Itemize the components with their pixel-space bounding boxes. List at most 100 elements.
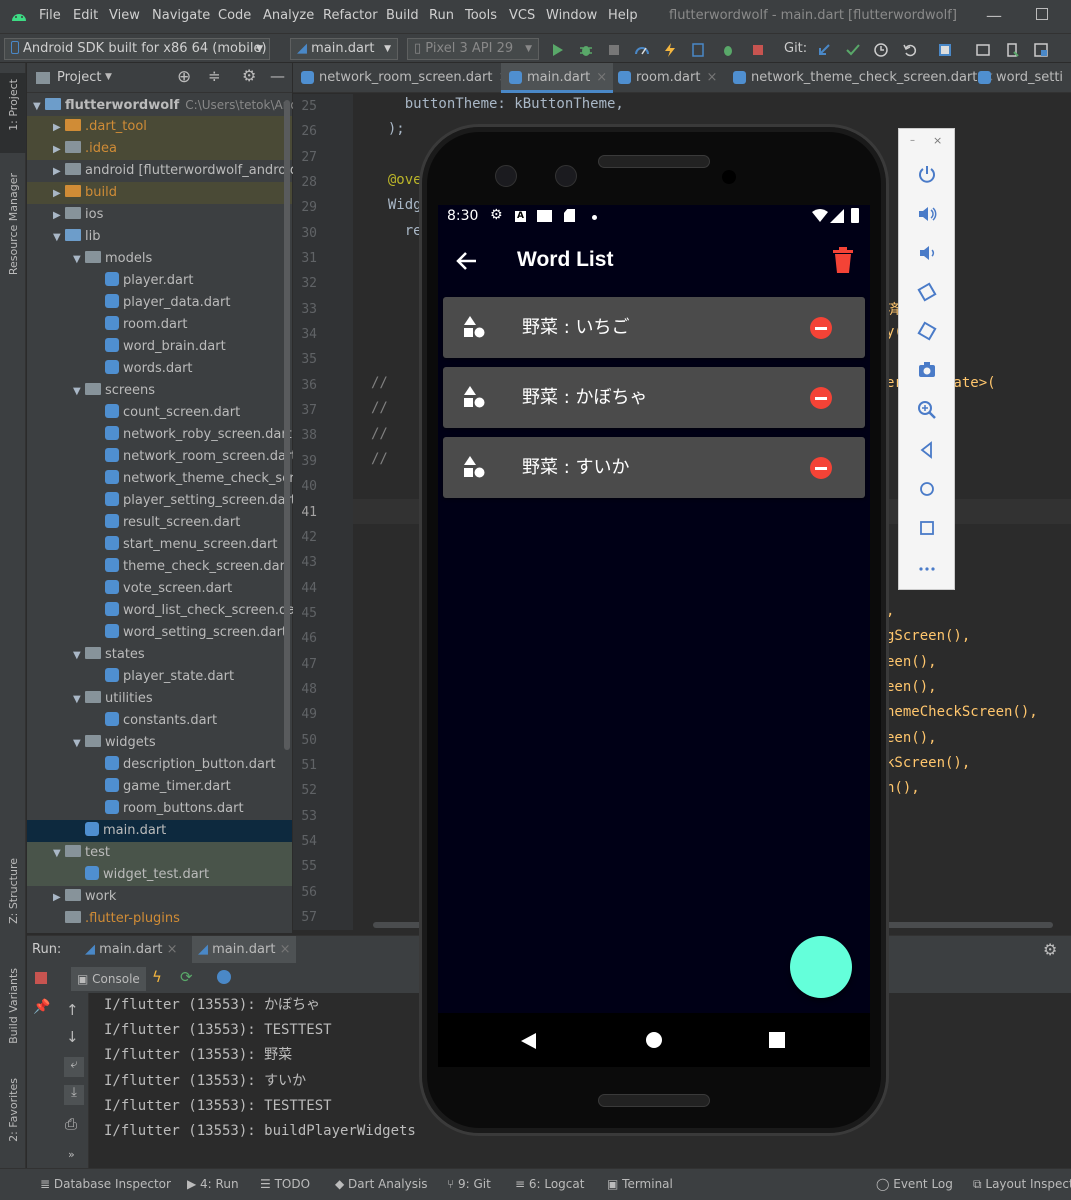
- todo-tool-button[interactable]: ☰ TODO: [260, 1177, 310, 1191]
- event-log-button[interactable]: ◯ Event Log: [876, 1177, 953, 1191]
- hot-reload-icon[interactable]: [662, 42, 678, 58]
- camera-icon[interactable]: [916, 359, 938, 381]
- volume-up-icon[interactable]: [916, 203, 938, 225]
- minimize-icon[interactable]: –: [910, 135, 915, 146]
- hide-panel-icon[interactable]: —: [270, 67, 285, 85]
- home-icon[interactable]: [916, 478, 938, 500]
- editor-tab[interactable]: network_theme_check_screen.dart×: [725, 63, 1000, 93]
- close-icon[interactable]: ×: [933, 134, 942, 147]
- menu-view[interactable]: View: [109, 8, 140, 23]
- git-commit-icon[interactable]: [845, 42, 861, 58]
- tree-item[interactable]: ▼ states: [27, 644, 292, 666]
- menu-file[interactable]: File: [39, 8, 61, 23]
- pin-icon[interactable]: 📌: [33, 999, 50, 1015]
- project-tool-button[interactable]: 1: Project: [0, 73, 26, 153]
- git-tool-button[interactable]: ⑂ 9: Git: [447, 1177, 491, 1191]
- menu-refactor[interactable]: Refactor: [323, 8, 378, 23]
- run-icon[interactable]: [550, 42, 566, 58]
- tree-item[interactable]: network_theme_check_screen.dart: [27, 468, 349, 490]
- overview-icon[interactable]: [916, 517, 938, 539]
- chevron-down-icon[interactable]: ▼: [73, 249, 85, 271]
- close-icon[interactable]: ×: [596, 70, 607, 85]
- debug-icon[interactable]: [578, 42, 594, 58]
- remove-circle-icon[interactable]: [810, 317, 832, 339]
- more-icon[interactable]: [916, 557, 938, 579]
- stop-icon[interactable]: [750, 42, 766, 58]
- device-selector[interactable]: Android SDK built for x86 64 (mobile) ▼: [4, 38, 270, 60]
- settings-gear-icon[interactable]: ⚙: [242, 66, 256, 85]
- avd-selector[interactable]: ▯ Pixel 3 API 29 ▼: [407, 38, 539, 60]
- editor-tab[interactable]: room.dart ×: [610, 63, 723, 93]
- chevron-right-icon[interactable]: ▶: [53, 161, 65, 183]
- project-view-selector[interactable]: Project: [57, 70, 101, 85]
- nav-home-icon[interactable]: [646, 1032, 662, 1048]
- tree-item[interactable]: count_screen.dart: [27, 402, 292, 424]
- close-icon[interactable]: ×: [280, 942, 291, 957]
- tree-item[interactable]: ▼ test: [27, 842, 292, 864]
- print-icon[interactable]: ⎙: [65, 1115, 77, 1133]
- chevron-right-icon[interactable]: ▶: [53, 205, 65, 227]
- editor-tab[interactable]: main.dart ×: [501, 63, 614, 93]
- tree-item[interactable]: ▼ widgets: [27, 732, 292, 754]
- word-card[interactable]: 野菜 : すいか: [443, 437, 865, 498]
- apply-changes-icon[interactable]: [690, 42, 706, 58]
- avd-manager-icon[interactable]: [1004, 42, 1020, 58]
- tree-item[interactable]: ▶ android [flutterwordwolf_android]: [27, 160, 303, 183]
- logcat-tool-button[interactable]: ≡ 6: Logcat: [515, 1177, 584, 1191]
- menu-navigate[interactable]: Navigate: [152, 8, 210, 23]
- chevron-down-icon[interactable]: ▼: [73, 733, 85, 755]
- tree-item[interactable]: ▼ lib: [27, 226, 292, 248]
- tree-item[interactable]: player.dart: [27, 270, 292, 292]
- hot-restart-icon[interactable]: ⟳: [180, 968, 193, 986]
- tree-item[interactable]: word_brain.dart: [27, 336, 292, 358]
- zoom-icon[interactable]: [916, 399, 938, 421]
- run-config-selector[interactable]: ◢ main.dart ▼: [290, 38, 398, 60]
- more-icon[interactable]: »: [68, 1148, 75, 1161]
- menu-window[interactable]: Window: [546, 8, 597, 23]
- tree-item[interactable]: main.dart: [27, 820, 292, 842]
- chevron-down-icon[interactable]: ▼: [105, 72, 112, 82]
- tree-item[interactable]: word_setting_screen.dart: [27, 622, 292, 644]
- structure-tool-button[interactable]: Z: Structure: [7, 858, 20, 924]
- tree-item[interactable]: ▶ work: [27, 886, 292, 908]
- tree-item[interactable]: ▶ .dart_tool: [27, 116, 292, 138]
- favorites-tool-button[interactable]: 2: Favorites: [7, 1078, 20, 1142]
- layout-inspector-button[interactable]: ⧉ Layout Inspect: [973, 1177, 1071, 1192]
- remove-circle-icon[interactable]: [810, 387, 832, 409]
- minimize-button[interactable]: —: [986, 6, 1002, 25]
- apply-code-changes-icon[interactable]: [720, 42, 736, 58]
- devtools-icon[interactable]: [217, 970, 231, 984]
- tree-item[interactable]: network_roby_screen.dart: [27, 424, 292, 446]
- stop-icon[interactable]: [35, 972, 47, 984]
- close-icon[interactable]: ×: [167, 942, 178, 957]
- resource-manager-tool-button[interactable]: Resource Manager: [7, 173, 20, 275]
- chevron-down-icon[interactable]: ▼: [53, 227, 65, 249]
- tree-item[interactable]: room.dart: [27, 314, 292, 336]
- tree-item[interactable]: constants.dart: [27, 710, 292, 732]
- hot-reload-icon[interactable]: ϟ: [152, 968, 162, 986]
- terminal-tool-button[interactable]: ▣ Terminal: [607, 1177, 673, 1191]
- close-icon[interactable]: ×: [706, 70, 717, 85]
- nav-back-icon[interactable]: [520, 1032, 538, 1050]
- chevron-right-icon[interactable]: ▶: [53, 139, 65, 161]
- tree-item[interactable]: game_timer.dart: [27, 776, 292, 798]
- menu-vcs[interactable]: VCS: [509, 8, 535, 23]
- run-tab-2[interactable]: ◢ main.dart ×: [192, 936, 297, 964]
- word-card[interactable]: 野菜 : いちご: [443, 297, 865, 358]
- tree-item[interactable]: room_buttons.dart: [27, 798, 292, 820]
- tree-item[interactable]: ▼ screens: [27, 380, 292, 402]
- tree-item[interactable]: theme_check_screen.dart: [27, 556, 292, 578]
- menu-tools[interactable]: Tools: [465, 8, 497, 23]
- chevron-right-icon[interactable]: ▶: [53, 117, 65, 139]
- tree-item[interactable]: start_menu_screen.dart: [27, 534, 292, 556]
- tree-item[interactable]: word_list_check_screen.dart: [27, 600, 306, 622]
- tree-item[interactable]: network_room_screen.dart: [27, 446, 296, 468]
- chevron-right-icon[interactable]: ▶: [53, 183, 65, 205]
- nav-overview-icon[interactable]: [769, 1032, 785, 1048]
- attach-debugger-icon[interactable]: [606, 42, 622, 58]
- chevron-down-icon[interactable]: ▼: [73, 689, 85, 711]
- editor-tab[interactable]: word_setti: [970, 63, 1069, 93]
- remove-circle-icon[interactable]: [810, 457, 832, 479]
- back-icon[interactable]: [916, 439, 938, 461]
- tree-item[interactable]: ▼ utilities: [27, 688, 292, 710]
